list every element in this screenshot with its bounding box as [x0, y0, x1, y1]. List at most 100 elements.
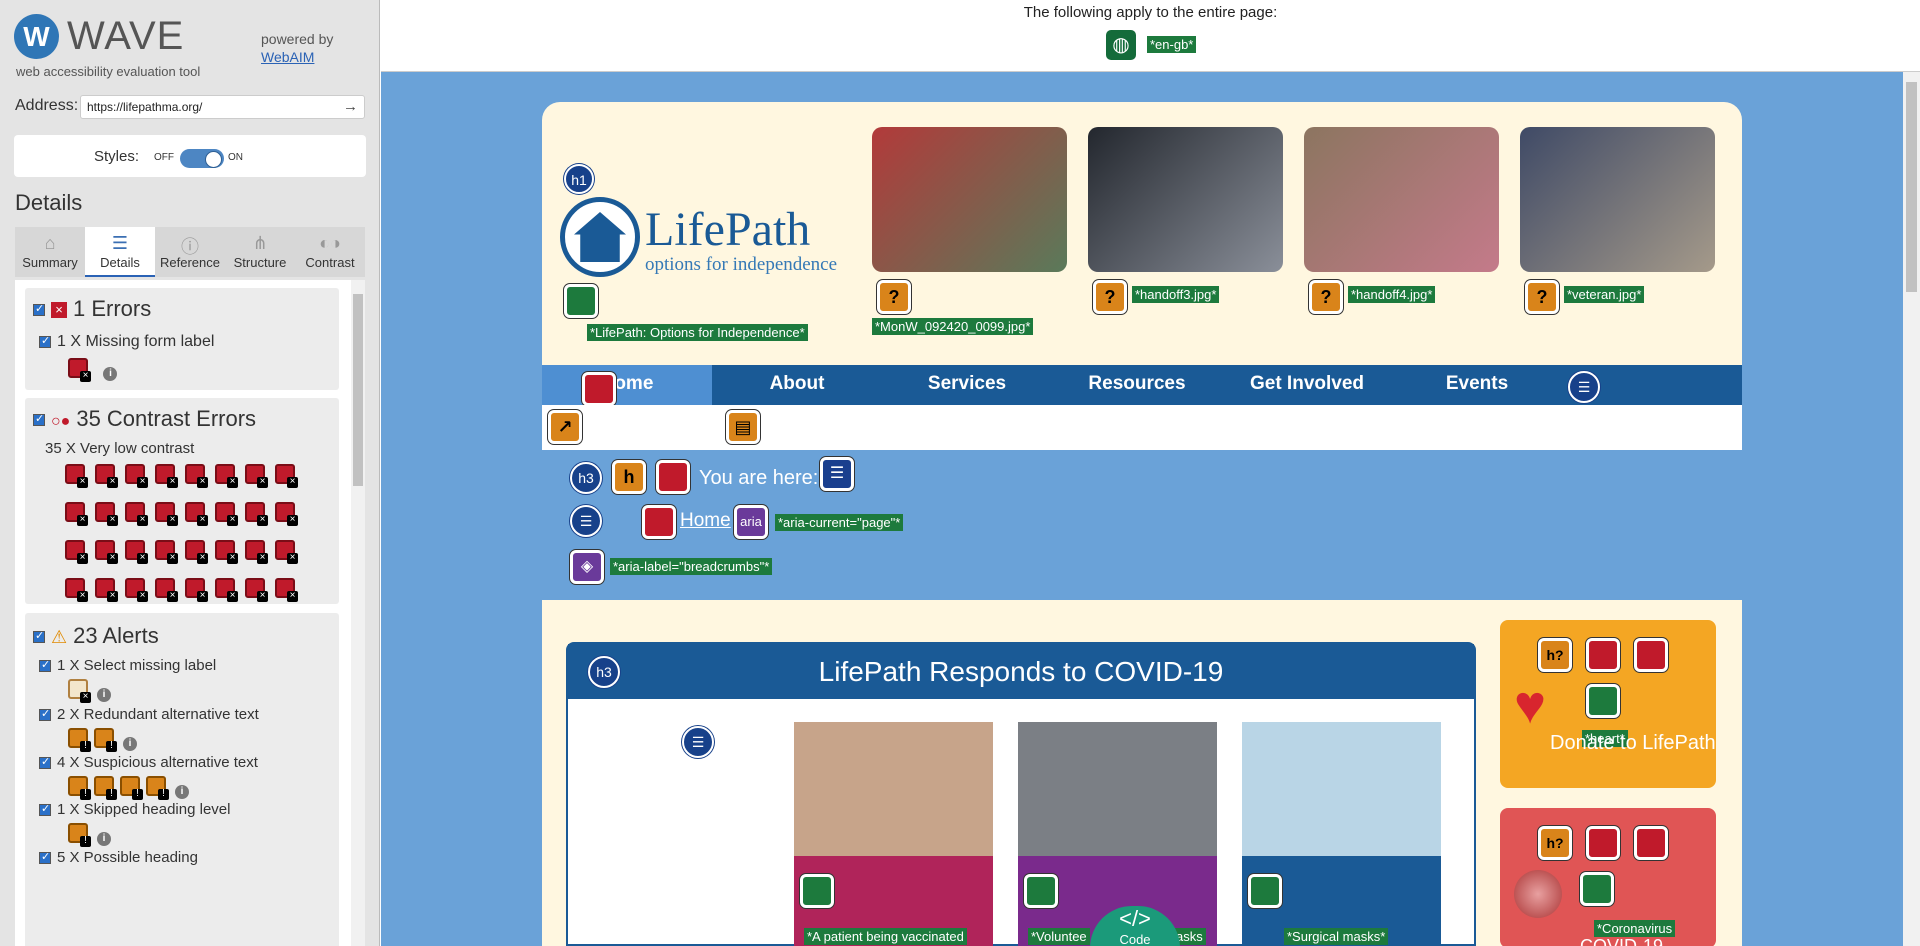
skipped-heading-icon[interactable] — [68, 823, 91, 847]
suspicious-alt-icon[interactable] — [120, 776, 143, 800]
contrast-error-icon[interactable] — [65, 540, 88, 564]
contrast-error-icon[interactable] — [155, 464, 178, 488]
error-item[interactable]: 1 X Missing form label — [39, 333, 214, 351]
image-alt-icon[interactable] — [1248, 874, 1282, 908]
globe-icon[interactable]: ◍ — [1106, 30, 1136, 60]
nav-resources[interactable]: Resources — [1052, 365, 1222, 405]
nav-about[interactable]: About — [712, 365, 882, 405]
contrast-error-icon[interactable] — [215, 578, 238, 602]
info-icon[interactable]: i — [123, 736, 137, 751]
covid-card-vaccinated[interactable]: *A patient being vaccinated — [794, 722, 993, 946]
panel-scroll-thumb[interactable] — [353, 294, 363, 486]
contrast-error-icon[interactable] — [582, 372, 616, 406]
contrast-error-icon[interactable] — [65, 502, 88, 526]
suspicious-alt-icon[interactable]: ? — [1309, 280, 1343, 314]
contrast-heading[interactable]: ○● 35 Contrast Errors — [33, 406, 256, 432]
breadcrumb-home-link[interactable]: Home — [680, 510, 731, 532]
contrast-error-icon[interactable] — [1634, 638, 1668, 672]
possible-heading-icon[interactable]: h — [612, 460, 646, 494]
contrast-error-icon[interactable] — [245, 464, 268, 488]
select-label-icon[interactable] — [68, 679, 91, 703]
contrast-error-icon[interactable] — [95, 578, 118, 602]
alert-item[interactable]: 5 X Possible heading — [39, 849, 198, 866]
suspicious-alt-icon[interactable] — [94, 776, 117, 800]
alert-item[interactable]: 2 X Redundant alternative text — [39, 706, 259, 723]
alert-item[interactable]: 1 X Select missing label — [39, 657, 216, 674]
styles-toggle[interactable] — [180, 149, 224, 168]
list-icon[interactable]: ☰ — [570, 505, 602, 537]
select-alert-icon[interactable]: ▤ — [726, 410, 760, 444]
tab-details[interactable]: ☰ Details — [85, 227, 155, 277]
tab-reference[interactable]: ⓘ Reference — [155, 227, 225, 277]
info-icon[interactable]: i — [97, 687, 111, 702]
redundant-alt-icon[interactable] — [94, 728, 117, 752]
contrast-error-icon[interactable] — [65, 578, 88, 602]
alert-checkbox[interactable] — [39, 755, 51, 770]
suspicious-alt-icon[interactable]: h? — [1538, 638, 1572, 672]
address-input[interactable]: https://lifepathma.org/ → — [80, 95, 365, 119]
contrast-error-icon[interactable] — [155, 540, 178, 564]
tab-contrast[interactable]: ◐◑ Contrast — [295, 227, 365, 277]
contrast-error-icon[interactable] — [215, 464, 238, 488]
contrast-error-icon[interactable] — [275, 502, 298, 526]
alerts-checkbox[interactable] — [33, 629, 45, 644]
list-icon[interactable]: ☰ — [1568, 371, 1600, 403]
covid-card-masks[interactable]: *Surgical masks* — [1242, 722, 1441, 946]
errors-checkbox[interactable] — [33, 302, 45, 317]
contrast-error-icon[interactable] — [275, 540, 298, 564]
image-alt-icon[interactable] — [1586, 684, 1620, 718]
contrast-error-icon[interactable] — [125, 464, 148, 488]
contrast-error-icon[interactable] — [95, 502, 118, 526]
contrast-checkbox[interactable] — [33, 412, 45, 427]
contrast-error-icon[interactable] — [642, 505, 676, 539]
nav-events[interactable]: Events — [1392, 365, 1562, 405]
redundant-alt-icon[interactable] — [68, 728, 91, 752]
contrast-error-icon[interactable] — [185, 540, 208, 564]
webaim-link[interactable]: WebAIM — [261, 49, 314, 65]
alert-checkbox[interactable] — [39, 802, 51, 817]
covid-info-box[interactable]: h? *Coronavirus COVID-19 — [1500, 808, 1716, 946]
suspicious-alt-icon[interactable]: ? — [1525, 280, 1559, 314]
h3-icon[interactable]: h3 — [570, 462, 602, 494]
suspicious-alt-icon[interactable]: ? — [877, 280, 911, 314]
contrast-error-icon[interactable] — [155, 578, 178, 602]
aria-badge[interactable]: aria — [734, 505, 768, 539]
contrast-error-icon[interactable] — [245, 578, 268, 602]
tab-structure[interactable]: ⋔ Structure — [225, 227, 295, 277]
alerts-heading[interactable]: ⚠23 Alerts — [33, 623, 159, 649]
contrast-error-icon[interactable] — [125, 578, 148, 602]
contrast-error-icon[interactable] — [656, 460, 690, 494]
nav-home[interactable]: Home — [542, 365, 712, 405]
page-scroll-thumb[interactable] — [1906, 82, 1917, 292]
alert-checkbox[interactable] — [39, 850, 51, 865]
contrast-error-icon[interactable] — [185, 502, 208, 526]
tab-summary[interactable]: ⌂ Summary — [15, 227, 85, 277]
contrast-error-icon[interactable] — [275, 464, 298, 488]
suspicious-alt-icon[interactable] — [146, 776, 169, 800]
contrast-error-icon[interactable] — [185, 578, 208, 602]
arrow-right-icon[interactable]: → — [343, 98, 358, 115]
nav-services[interactable]: Services — [882, 365, 1052, 405]
list-icon[interactable]: ☰ — [682, 726, 714, 758]
contrast-error-icon[interactable] — [125, 540, 148, 564]
donate-box[interactable]: h? ♥ *heart* Donate to LifePath — [1500, 620, 1716, 788]
info-icon[interactable]: i — [103, 366, 118, 381]
suspicious-alt-icon[interactable]: h? — [1538, 826, 1572, 860]
h1-icon[interactable]: h1 — [564, 164, 594, 194]
info-icon[interactable]: i — [175, 784, 189, 799]
contrast-error-icon[interactable] — [95, 464, 118, 488]
list-structure-icon[interactable]: ☰ — [820, 457, 854, 491]
contrast-error-icon[interactable] — [1634, 826, 1668, 860]
covid-card-volunteers[interactable]: *Voluntee asks </> Code — [1018, 722, 1217, 946]
error-item-checkbox[interactable] — [39, 334, 51, 348]
missing-label-icon[interactable] — [68, 358, 91, 382]
nav-get-involved[interactable]: Get Involved — [1222, 365, 1392, 405]
contrast-error-icon[interactable] — [215, 540, 238, 564]
suspicious-alt-icon[interactable]: ? — [1093, 280, 1127, 314]
contrast-error-icon[interactable] — [275, 578, 298, 602]
image-alt-icon[interactable] — [1580, 872, 1614, 906]
contrast-error-icon[interactable] — [185, 464, 208, 488]
alert-checkbox[interactable] — [39, 658, 51, 673]
contrast-error-icon[interactable] — [245, 540, 268, 564]
alert-item[interactable]: 1 X Skipped heading level — [39, 801, 230, 818]
